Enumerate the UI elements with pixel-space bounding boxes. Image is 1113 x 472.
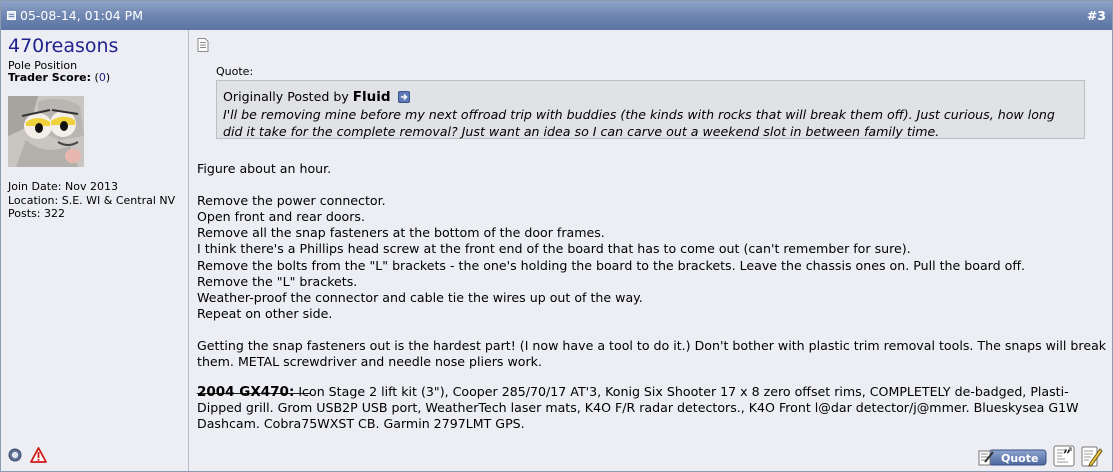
trader-score: Trader Score: (0) (8, 71, 110, 84)
post-number: #3 (1087, 8, 1106, 23)
join-date: Join Date: Nov 2013 (8, 180, 118, 193)
forum-post: 05-08-14, 01:04 PM #3 470reasons Pole Po… (0, 0, 1113, 472)
quote-block: Originally Posted by Fluid I'll be remov… (216, 80, 1085, 139)
edit-icon[interactable] (1081, 445, 1103, 467)
message-step: Weather-proof the connector and cable ti… (197, 289, 643, 305)
signature-vehicle: 2004 GX470: (197, 384, 295, 400)
message-intro: Figure about an hour. (197, 161, 332, 176)
multiquote-icon[interactable]: ” (1053, 445, 1075, 467)
trader-score-label: Trader Score: (8, 71, 92, 84)
document-icon (197, 38, 209, 52)
quote-text: I'll be removing mine before my next off… (223, 107, 1055, 139)
message-step: Remove all the snap fasteners at the bot… (197, 225, 605, 241)
message-step: Remove the "L" brackets. (197, 273, 358, 289)
message-closing: Getting the snap fasteners out is the ha… (197, 338, 1107, 370)
message-step: Remove the power connector. (197, 193, 386, 209)
view-post-icon[interactable] (397, 91, 410, 103)
post-date: 05-08-14, 01:04 PM (20, 8, 144, 23)
post-message: Figure about an hour. Remove the power c… (197, 161, 1107, 370)
quote-button[interactable]: Quote (977, 448, 1047, 466)
signature-text: Icon Stage 2 lift kit (3"), Cooper 285/7… (197, 384, 1079, 432)
avatar[interactable] (8, 96, 84, 167)
message-step: I think there's a Phillips head screw at… (197, 241, 911, 257)
post-status-icon (7, 11, 16, 20)
user-location: Location: S.E. WI & Central NV (8, 193, 176, 207)
svg-text:”: ” (1063, 448, 1071, 464)
signature: 2004 GX470: Icon Stage 2 lift kit (3"), … (197, 384, 1109, 432)
post-content: Quote: Originally Posted by Fluid I'll b… (189, 30, 1112, 471)
message-step: Remove the bolts from the "L" brackets -… (197, 257, 1026, 273)
post-count: Posts: 322 (8, 207, 65, 220)
offline-status-icon (8, 448, 22, 462)
post-permalink[interactable]: #3 (1087, 8, 1106, 23)
user-stats: Join Date: Nov 2013 Location: S.E. WI & … (8, 180, 175, 221)
message-step: Repeat on other side. (197, 305, 333, 321)
post-date-container: 05-08-14, 01:04 PM (7, 8, 143, 23)
username-link[interactable]: 470reasons (8, 35, 118, 57)
trader-score-link[interactable]: 0 (99, 71, 106, 84)
quote-label: Quote: (216, 65, 254, 78)
trader-score-close-paren: ) (105, 71, 111, 84)
report-post-icon[interactable] (30, 447, 47, 463)
user-info-sidebar: 470reasons Pole Position Trader Score: (… (1, 30, 189, 471)
post-header: 05-08-14, 01:04 PM #3 (1, 1, 1112, 30)
quote-posted-by: Originally Posted by (223, 89, 349, 104)
quote-attribution: Originally Posted by Fluid (223, 88, 1078, 106)
quote-author: Fluid (352, 89, 391, 105)
quote-button-label: Quote (1001, 452, 1038, 465)
avatar-image (8, 96, 84, 167)
message-step: Open front and rear doors. (197, 209, 365, 225)
